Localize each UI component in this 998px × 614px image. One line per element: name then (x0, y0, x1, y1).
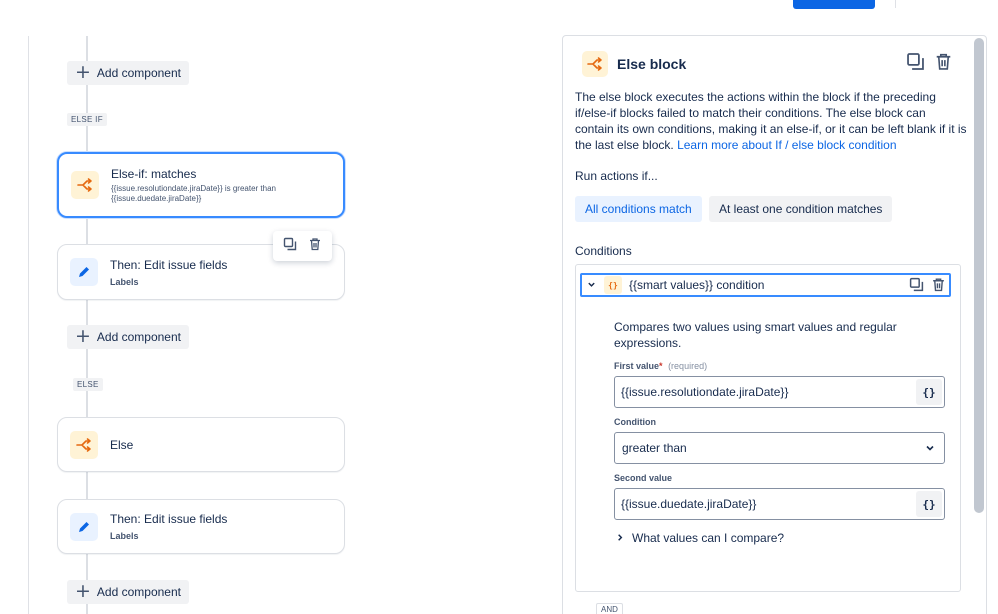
second-value-input[interactable]: {{issue.duedate.jiraDate}} {} (614, 488, 945, 520)
condition-title: {{smart values}} condition (629, 278, 765, 292)
flow-connector (86, 554, 88, 580)
panel-scrollbar[interactable] (974, 38, 984, 513)
flow-connector (86, 300, 88, 325)
card-subtitle: Labels (110, 531, 139, 541)
else-card[interactable]: Else (57, 417, 345, 472)
flow-connector (86, 218, 88, 244)
condition-select-value: greater than (622, 441, 687, 455)
flow-connector (86, 36, 88, 61)
condition-description: Compares two values using smart values a… (614, 320, 897, 350)
else-if-tag: ELSE IF (67, 113, 107, 126)
learn-more-link[interactable]: Learn more about If / else block conditi… (677, 138, 896, 152)
condition-select[interactable]: greater than (614, 432, 945, 464)
flow-connector (86, 472, 88, 499)
required-hint: (required) (668, 361, 708, 371)
plus-icon: + (75, 579, 91, 602)
panel-description: The else block executes the actions with… (575, 89, 967, 153)
branch-icon (582, 51, 608, 77)
copy-icon[interactable] (906, 52, 925, 76)
run-actions-label: Run actions if... (575, 169, 658, 183)
first-value-label-text: First value (614, 361, 660, 371)
edit-issue-card[interactable]: Then: Edit issue fields Labels (57, 499, 345, 554)
copy-icon[interactable] (283, 237, 297, 256)
add-component-label: Add component (96, 66, 181, 80)
pencil-icon (70, 258, 98, 286)
at-least-one-match-option[interactable]: At least one condition matches (709, 196, 893, 222)
smart-value-icon: {} (604, 276, 622, 294)
second-value-text: {{issue.duedate.jiraDate}} (621, 497, 757, 511)
add-component-label: Add component (96, 585, 181, 599)
plus-icon: + (75, 324, 91, 347)
config-panel: Else block The else block executes the a… (562, 35, 987, 614)
first-value-label: First value* (required) (614, 361, 707, 371)
compare-help-text: What values can I compare? (632, 531, 785, 545)
first-value-input[interactable]: {{issue.resolutiondate.jiraDate}} {} (614, 376, 945, 408)
condition-container: {} {{smart values}} condition Compares t… (575, 264, 961, 592)
all-conditions-match-option[interactable]: All conditions match (575, 196, 702, 222)
card-toolbar (273, 231, 332, 261)
and-tag: AND (596, 603, 623, 614)
card-title: Then: Edit issue fields (110, 512, 228, 526)
add-component-button[interactable]: + Add component (67, 325, 189, 349)
condition-label: Condition (614, 417, 656, 427)
primary-top-button[interactable] (793, 0, 875, 9)
panel-title: Else block (617, 56, 687, 72)
trash-icon[interactable] (931, 277, 946, 297)
compare-help-toggle[interactable]: What values can I compare? (616, 531, 784, 545)
chevron-down-icon[interactable] (582, 280, 600, 291)
card-subtitle: Labels (110, 276, 139, 287)
else-tag: ELSE (73, 378, 103, 391)
chevron-down-icon (925, 442, 935, 456)
branch-icon (71, 171, 99, 199)
trash-icon[interactable] (308, 237, 322, 256)
trash-icon[interactable] (934, 52, 953, 76)
flow-connector (86, 604, 88, 614)
second-value-label: Second value (614, 473, 673, 483)
card-detail: {{issue.resolutiondate.jiraDate}} is gre… (111, 183, 276, 203)
required-marker: * (659, 361, 663, 371)
card-title: Else-if: matches (111, 166, 197, 181)
smart-value-button[interactable]: {} (916, 379, 942, 405)
add-component-button[interactable]: + Add component (67, 61, 189, 85)
add-component-label: Add component (96, 330, 181, 344)
card-title: Then: Edit issue fields (110, 257, 228, 272)
canvas-border (28, 36, 29, 614)
pencil-icon (70, 512, 98, 541)
plus-icon: + (75, 60, 91, 83)
branch-icon (70, 430, 98, 459)
card-title: Else (110, 437, 134, 452)
conditions-label: Conditions (575, 244, 632, 258)
add-component-button[interactable]: + Add component (67, 580, 189, 604)
else-if-card[interactable]: Else-if: matches {{issue.resolutiondate.… (57, 152, 345, 218)
condition-header[interactable]: {} {{smart values}} condition (580, 273, 951, 297)
first-value-text: {{issue.resolutiondate.jiraDate}} (621, 385, 789, 399)
chevron-right-icon (616, 531, 624, 545)
copy-icon[interactable] (909, 277, 924, 297)
smart-value-button[interactable]: {} (916, 491, 942, 517)
top-divider (895, 0, 896, 8)
